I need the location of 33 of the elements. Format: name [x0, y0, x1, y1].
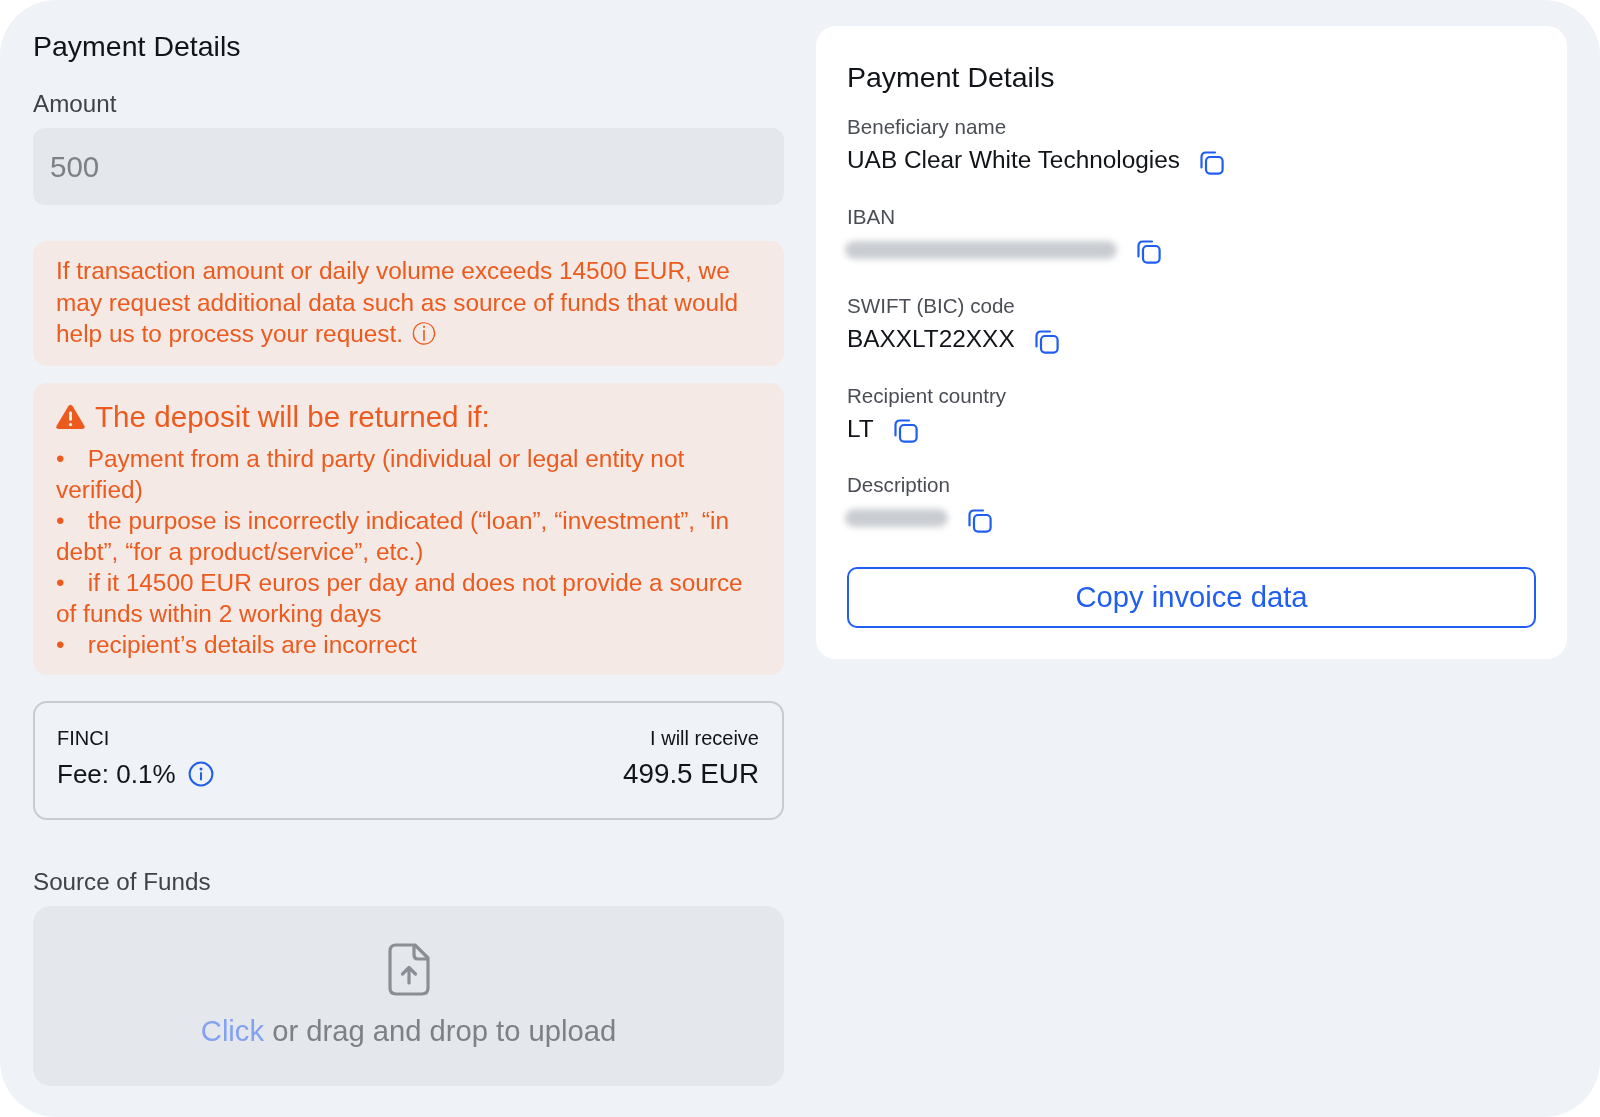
notice-text: If transaction amount or daily volume exceeds 14500 EUR, we may request additional data such as source of funds that would help us to process your request. ⓘ [56, 256, 739, 350]
warning-icon [56, 403, 85, 430]
click-link[interactable]: Click [200, 1014, 265, 1047]
warning-item: • Payment from a third party (individual or legal entity not verified) [56, 443, 686, 505]
field-label: SWIFT (BIC) code [847, 293, 1015, 320]
file-upload-icon [387, 942, 430, 996]
receive-amount: 499.5 EUR [623, 756, 759, 791]
info-icon[interactable] [187, 760, 214, 787]
copy-icon[interactable] [892, 418, 919, 445]
field-value: BAXXLT22XXX [847, 324, 1015, 355]
copy-icon[interactable] [1199, 149, 1226, 176]
upload-hint: Click or drag and drop to upload [200, 1013, 617, 1049]
warning-item: • recipient’s details are incorrect [56, 629, 418, 660]
field-value: UAB Clear White Technologies [847, 145, 1181, 175]
receive-label: I will receive [650, 725, 759, 750]
warning-title: The deposit will be returned if: [95, 398, 490, 435]
upload-dropzone[interactable]: Click or drag and drop to upload [33, 905, 784, 1086]
field-label: IBAN [847, 203, 896, 230]
provider-name: FINCI [57, 725, 110, 750]
card-title: Payment Details [847, 60, 1055, 95]
section-title: Payment Details [33, 29, 241, 64]
field-label: Beneficiary name [847, 114, 1007, 140]
warning-item: • the purpose is incorrectly indicated (“loan”, “investment”, “in debt”, “for a product/service”, etc.) [56, 505, 730, 567]
field-label: Source of Funds [33, 866, 211, 897]
copy-icon[interactable] [967, 507, 993, 534]
field-label: Amount [33, 89, 117, 119]
fee-text: Fee: 0.1% [57, 757, 176, 791]
copy-invoice-button[interactable]: Copy invoice data [847, 566, 1536, 628]
field-label: Recipient country [847, 382, 1007, 409]
copy-icon[interactable] [1033, 328, 1060, 355]
copy-icon[interactable] [1136, 239, 1162, 266]
field-label: Description [847, 472, 950, 499]
field-value: LT [847, 413, 874, 444]
